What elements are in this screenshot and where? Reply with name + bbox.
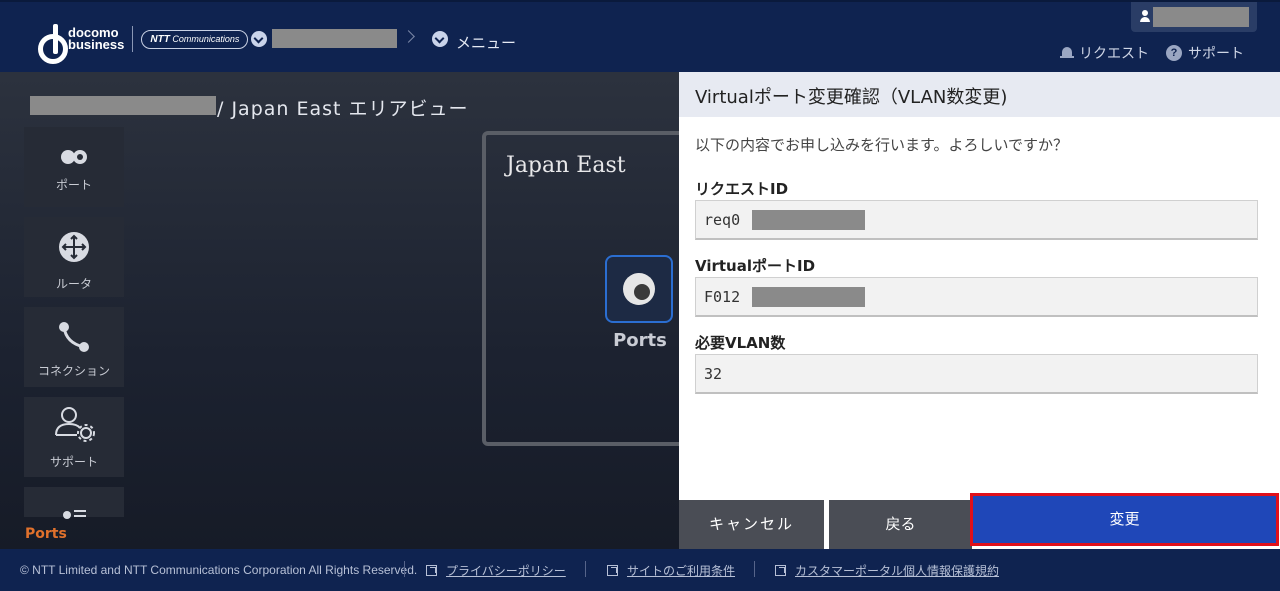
footer-divider — [404, 561, 405, 577]
required-vlan-field: 32 — [695, 354, 1258, 394]
port-icon — [61, 150, 87, 164]
list-icon — [63, 510, 86, 519]
top-header: docomo business NTT Communications メニュー … — [0, 0, 1280, 72]
sidebar-item-label: コネクション — [37, 364, 110, 378]
virtual-port-id-label: VirtualポートID — [695, 257, 816, 275]
connection-icon — [59, 322, 89, 352]
sidebar-item-connection[interactable]: コネクション — [24, 307, 124, 387]
request-id-value: req0 — [704, 211, 741, 229]
sidebar-item-support[interactable]: サポート — [24, 397, 124, 477]
virtual-port-id-field: F012 — [695, 277, 1258, 317]
user-icon — [1140, 10, 1150, 22]
footer-divider — [754, 561, 755, 577]
dialog-header: Virtualポート変更確認（VLAN数変更) — [679, 72, 1280, 117]
sidebar-item-port[interactable]: ポート — [24, 127, 124, 207]
router-icon — [59, 232, 89, 262]
required-vlan-label: 必要VLAN数 — [695, 334, 786, 352]
footer-divider — [585, 561, 586, 577]
port-radio-icon — [623, 273, 655, 305]
ports-tile[interactable] — [605, 255, 673, 323]
change-button[interactable]: 変更 — [970, 493, 1279, 546]
redacted-request-id — [752, 210, 865, 230]
area-view: / Japan East エリアビュー ポート ルータ コネクション サポート … — [0, 72, 679, 549]
ntt-communications-logo: NTT Communications — [141, 29, 249, 49]
user-account-button[interactable] — [1131, 2, 1257, 32]
request-label: リクエスト — [1079, 46, 1149, 62]
redacted-contract-name[interactable] — [272, 29, 397, 48]
logo-divider — [132, 26, 134, 52]
terms-of-use-link[interactable]: サイトのご利用条件 — [607, 562, 735, 579]
cancel-button[interactable]: キャンセル — [679, 500, 824, 549]
copyright-text: © NTT Limited and NTT Communications Cor… — [20, 563, 418, 577]
docomo-business-logo[interactable]: docomo business NTT Communications — [38, 24, 249, 64]
page-title: / Japan East エリアビュー — [217, 98, 469, 120]
brand-line-2: business — [68, 37, 125, 52]
required-vlan-value: 32 — [704, 365, 723, 383]
confirm-dialog: Virtualポート変更確認（VLAN数変更) 以下の内容でお申し込みを行います… — [679, 72, 1280, 549]
support-label: サポート — [1188, 46, 1244, 62]
dialog-message: 以下の内容でお申し込みを行います。よろしいですか？ — [695, 136, 1069, 154]
dialog-title: Virtualポート変更確認（VLAN数変更) — [695, 87, 1008, 108]
sidebar-item-label: ポート — [55, 178, 92, 192]
ports-status-label[interactable]: Ports — [25, 526, 67, 542]
external-link-icon — [426, 565, 437, 576]
support-link[interactable]: ? サポート — [1166, 43, 1244, 63]
virtual-port-id-value: F012 — [704, 288, 741, 306]
sidebar-item-more[interactable] — [24, 487, 124, 519]
contract-dropdown-chevron-icon[interactable] — [251, 31, 267, 47]
external-link-icon — [607, 565, 618, 576]
footer: © NTT Limited and NTT Communications Cor… — [0, 549, 1280, 591]
sidebar-item-label: サポート — [49, 455, 98, 469]
redacted-user-name — [1153, 7, 1249, 27]
support-user-icon — [55, 407, 95, 442]
app-root: docomo business NTT Communications メニュー … — [0, 0, 1280, 591]
privacy-policy-link[interactable]: プライバシーポリシー — [426, 562, 566, 579]
help-icon: ? — [1166, 45, 1182, 61]
sidebar-item-label: ルータ — [55, 277, 92, 291]
personal-info-policy-link[interactable]: カスタマーポータル個人情報保護規約 — [775, 562, 999, 579]
request-id-label: リクエストID — [695, 180, 789, 198]
request-link[interactable]: リクエスト — [1060, 43, 1149, 63]
bell-icon — [1060, 46, 1074, 60]
back-button[interactable]: 戻る — [829, 500, 972, 549]
region-name: Japan East — [506, 153, 626, 178]
menu-label[interactable]: メニュー — [456, 32, 516, 53]
external-link-icon — [775, 565, 786, 576]
redacted-breadcrumb — [30, 96, 216, 115]
menu-chevron-icon[interactable] — [432, 31, 448, 47]
breadcrumb-separator-icon — [402, 30, 415, 43]
docomo-d-icon — [38, 24, 68, 64]
sidebar-item-router[interactable]: ルータ — [24, 217, 124, 297]
redacted-port-id — [752, 287, 865, 307]
ports-tile-label[interactable]: Ports — [600, 330, 679, 351]
request-id-field: req0 — [695, 200, 1258, 240]
